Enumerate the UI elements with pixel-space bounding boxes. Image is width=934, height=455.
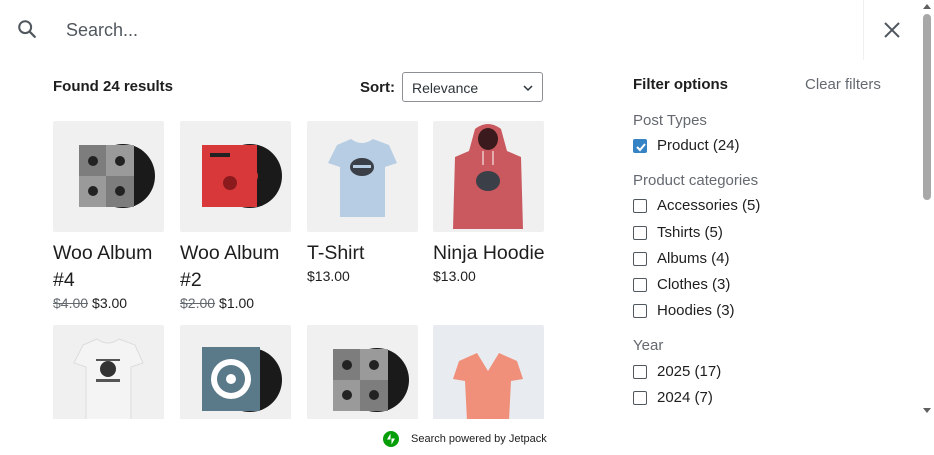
product-card[interactable] xyxy=(307,325,419,419)
filter-item-label: Clothes (3) xyxy=(657,276,731,293)
clear-filters-button[interactable]: Clear filters xyxy=(805,76,881,93)
checkbox[interactable] xyxy=(633,391,647,405)
filter-item-label: Albums (4) xyxy=(657,250,730,267)
product-card[interactable]: Woo Album #4 $4.00 $3.00 xyxy=(53,121,165,312)
product-image-tshirt-blue[interactable] xyxy=(307,121,418,232)
filter-options-title: Filter options xyxy=(633,76,728,93)
filter-item-label: Accessories (5) xyxy=(657,197,761,214)
scrollbar[interactable] xyxy=(920,0,934,420)
checkbox[interactable] xyxy=(633,226,647,240)
filter-item-label: 2024 (7) xyxy=(657,389,713,406)
product-card[interactable]: Woo Album #2 $2.00 $1.00 xyxy=(180,121,292,312)
search-bar xyxy=(0,0,934,60)
filter-group-title-product-categories: Product categories xyxy=(633,172,759,189)
product-image-album-grey[interactable] xyxy=(307,325,418,419)
product-price: $13.00 xyxy=(307,267,419,285)
product-image-vneck-peach[interactable] xyxy=(433,325,544,419)
filter-item-label: Hoodies (3) xyxy=(657,302,735,319)
checkbox[interactable] xyxy=(633,199,647,213)
product-sale-price: $1.00 xyxy=(219,295,255,311)
product-price: $13.00 xyxy=(433,267,545,285)
checkbox[interactable] xyxy=(633,252,647,266)
search-icon xyxy=(18,20,36,38)
product-old-price: $4.00 xyxy=(53,295,89,311)
product-title[interactable]: T-Shirt xyxy=(307,240,425,267)
product-image-album-blue[interactable] xyxy=(180,325,291,419)
product-image-album-grey[interactable] xyxy=(53,121,164,232)
filter-item-label: 2025 (17) xyxy=(657,363,722,380)
product-image-hoodie-red[interactable] xyxy=(433,121,544,232)
product-old-price: $2.00 xyxy=(180,295,216,311)
scroll-down-arrow-icon[interactable] xyxy=(923,408,931,413)
scroll-up-arrow-icon[interactable] xyxy=(923,4,931,9)
product-image-tshirt-white[interactable] xyxy=(53,325,164,419)
product-title[interactable]: Ninja Hoodie xyxy=(433,240,551,267)
filter-group-title-year: Year xyxy=(633,337,664,354)
product-title[interactable]: Woo Album #4 xyxy=(53,240,171,294)
close-icon[interactable] xyxy=(880,18,904,42)
checkbox[interactable] xyxy=(633,304,647,318)
chevron-down-icon xyxy=(523,85,533,92)
product-card[interactable] xyxy=(433,325,545,419)
product-sale-price: $3.00 xyxy=(92,295,128,311)
filter-panel: Filter options Clear filters Post Types … xyxy=(600,60,920,420)
product-price: $4.00 $3.00 xyxy=(53,294,165,312)
filter-group-title-post-types: Post Types xyxy=(633,112,707,129)
product-card[interactable] xyxy=(180,325,292,419)
sort-label: Sort: xyxy=(360,79,395,96)
product-image-album-red[interactable] xyxy=(180,121,291,232)
filter-item-label: Tshirts (5) xyxy=(657,224,723,241)
product-title[interactable]: Woo Album #2 xyxy=(180,240,298,294)
results-grid: Woo Album #4 $4.00 $3.00 Woo Album #2 $2.… xyxy=(53,121,553,419)
header-divider xyxy=(863,0,864,60)
filter-item-label: Product (24) xyxy=(657,137,740,154)
product-card[interactable] xyxy=(53,325,165,419)
product-card[interactable]: T-Shirt $13.00 xyxy=(307,121,419,285)
sort-selected-value: Relevance xyxy=(412,80,479,96)
results-header: Found 24 results Sort: Relevance xyxy=(53,72,545,102)
checkbox-checked[interactable] xyxy=(633,139,647,153)
product-price: $2.00 $1.00 xyxy=(180,294,292,312)
powered-by-link[interactable]: Search powered by Jetpack xyxy=(411,433,547,445)
checkbox[interactable] xyxy=(633,365,647,379)
sort-select[interactable]: Relevance xyxy=(402,72,543,102)
product-card[interactable]: Ninja Hoodie $13.00 xyxy=(433,121,545,285)
scrollbar-thumb[interactable] xyxy=(923,14,931,200)
checkbox[interactable] xyxy=(633,278,647,292)
jetpack-icon xyxy=(383,431,399,447)
results-count: Found 24 results xyxy=(53,78,174,95)
search-input[interactable] xyxy=(58,10,858,50)
product-sale-price: $13.00 xyxy=(307,268,350,284)
product-sale-price: $13.00 xyxy=(433,268,476,284)
